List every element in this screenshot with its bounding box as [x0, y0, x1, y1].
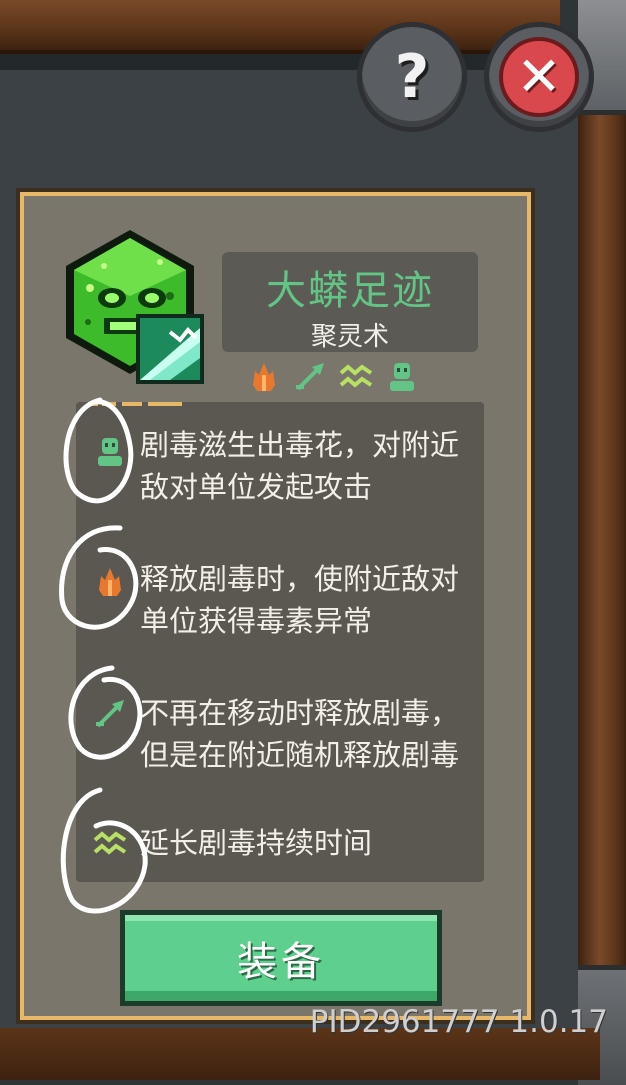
effect-text-2: 释放剧毒时，使附近敌对单位获得毒素异常: [140, 562, 460, 638]
close-x-glyph: ✕: [516, 45, 562, 108]
skill-school: 聚灵术: [310, 322, 389, 352]
skill-detail-panel: 大蟒足迹 聚灵术 剧毒滋生出毒花，对附近敌对单位发起攻击 释放剧毒时，使附近敌对…: [20, 192, 531, 1020]
wind-slash-icon: [136, 314, 204, 384]
effects-description-box[interactable]: 剧毒滋生出毒花，对附近敌对单位发起攻击 释放剧毒时，使附近敌对单位获得毒素异常 …: [76, 402, 484, 882]
effect-text-4: 延长剧毒持续时间: [140, 826, 373, 860]
spirit-icon: [384, 359, 420, 395]
effect-text-3: 不再在移动时释放剧毒，但是在附近随机释放剧毒: [140, 696, 460, 772]
wooden-frame-right: [578, 0, 626, 1080]
wave-icon: [92, 826, 128, 862]
arrow-icon: [92, 696, 128, 732]
wave-icon: [338, 359, 374, 395]
flame-icon: [92, 564, 128, 600]
equip-button-label: 装备: [237, 939, 325, 985]
question-mark-icon: ?: [394, 42, 430, 112]
skill-title-box: 大蟒足迹 聚灵术: [222, 252, 478, 352]
close-button[interactable]: ✕: [484, 22, 594, 132]
equip-button[interactable]: 装备: [120, 910, 442, 1006]
skill-name: 大蟒足迹: [266, 268, 434, 314]
effect-text-1: 剧毒滋生出毒花，对附近敌对单位发起攻击: [140, 428, 460, 504]
skill-tag-row: [246, 359, 426, 395]
spirit-icon: [92, 434, 128, 470]
scroll-remnant-text: [88, 402, 182, 406]
wooden-frame-top: [0, 0, 560, 54]
arrow-icon: [292, 359, 328, 395]
flame-icon: [246, 359, 282, 395]
version-label: PID2961777 1.0.17: [309, 1004, 608, 1040]
close-x-icon: ✕: [499, 37, 579, 117]
help-button[interactable]: ?: [357, 22, 467, 132]
